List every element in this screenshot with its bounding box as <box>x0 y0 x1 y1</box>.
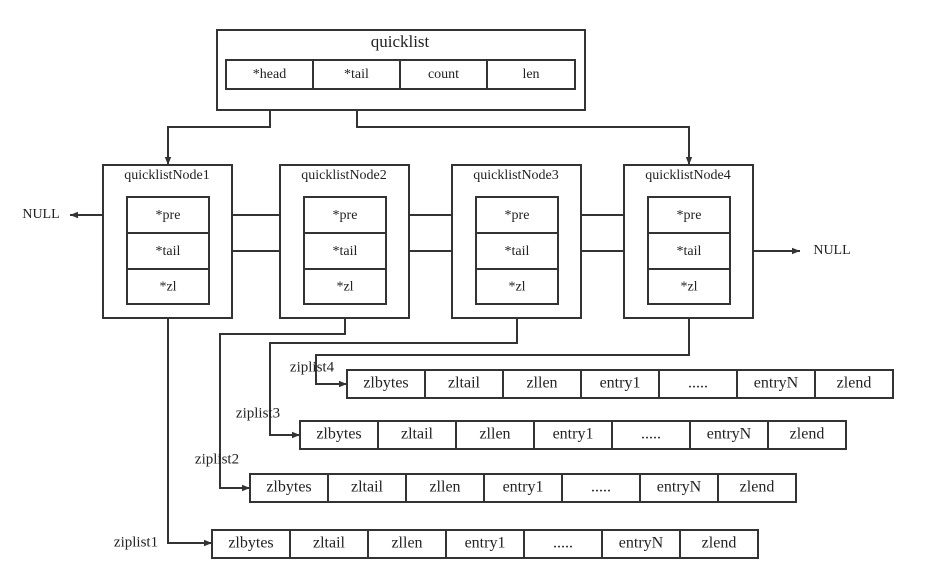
ziplist-field-label: ..... <box>641 426 661 443</box>
ziplist-label: ziplist1 <box>114 534 158 550</box>
ziplist-field-label: zlend <box>790 426 825 443</box>
quicklist-field-label: *tail <box>344 67 369 82</box>
ziplist: zlbytes zltail zllen entry1..... entryN zlend… <box>290 359 894 399</box>
quicklist-node: quicklistNode1 *pre *tail *zl <box>102 164 233 319</box>
ziplist-field-label: entry1 <box>503 479 544 496</box>
ziplist-field-label: zltail <box>351 479 384 496</box>
null-left-label: NULL <box>22 207 59 222</box>
ziplist-field-label: entry1 <box>553 426 594 443</box>
ziplist-label: ziplist4 <box>290 359 335 375</box>
node-field-label: *zl <box>680 280 697 295</box>
node-field-label: *zl <box>159 280 176 295</box>
node-title: quicklistNode1 <box>124 168 210 183</box>
null-right-label: NULL <box>813 243 850 258</box>
node-field-label: *tail <box>505 244 530 259</box>
ziplist-field-label: zlbytes <box>316 426 361 443</box>
node-field-label: *pre <box>505 208 530 223</box>
zl-pointer-arrow-1 <box>167 304 212 547</box>
ziplist-label: ziplist2 <box>195 451 239 467</box>
quicklist-diagram: quicklist *head *tail count len quicklistNode… <box>22 29 894 559</box>
ziplist-field-label: ..... <box>688 375 708 392</box>
node-field-label: *zl <box>508 280 525 295</box>
quicklist-field-label: count <box>428 67 459 82</box>
ziplist-field-label: zltail <box>401 426 434 443</box>
ziplist-field-label: zlend <box>740 479 775 496</box>
ziplist-field-label: zltail <box>313 535 346 552</box>
ziplist-label: ziplist3 <box>236 405 280 421</box>
ziplist-field-label: zllen <box>429 479 460 496</box>
ziplist-field-label: zllen <box>526 375 557 392</box>
ziplist-field-label: zllen <box>391 535 422 552</box>
ziplist: zlbytes zltail zllen entry1..... entryN zlend… <box>195 451 797 503</box>
node-field-label: *tail <box>333 244 358 259</box>
ziplist-field-label: zlbytes <box>363 375 408 392</box>
node-field-label: *pre <box>677 208 702 223</box>
ziplist-field-label: entryN <box>754 375 799 392</box>
quicklist-struct: quicklist *head *tail count len <box>216 29 586 111</box>
node-field-label: *tail <box>677 244 702 259</box>
node-field-label: *pre <box>333 208 358 223</box>
node-field-label: *zl <box>336 280 353 295</box>
ziplist-field-label: zlbytes <box>266 479 311 496</box>
node-field-label: *tail <box>156 244 181 259</box>
ziplist-field-label: entryN <box>619 535 664 552</box>
quicklist-node: quicklistNode3 *pre *tail *zl <box>451 164 582 319</box>
ziplist-field-label: zllen <box>479 426 510 443</box>
quicklist-field-label: *head <box>253 67 286 82</box>
quicklist-field-label: len <box>522 67 539 82</box>
ziplist-field-label: ..... <box>591 479 611 496</box>
node-title: quicklistNode3 <box>473 168 559 183</box>
ziplist-field-label: entryN <box>707 426 752 443</box>
ziplist-field-label: entryN <box>657 479 702 496</box>
ziplist-field-label: zltail <box>448 375 481 392</box>
ziplist-field-label: zlend <box>702 535 737 552</box>
quicklist-title: quicklist <box>371 32 430 51</box>
node-title: quicklistNode4 <box>645 168 731 183</box>
ziplist-field-label: zlbytes <box>228 535 273 552</box>
ziplist-field-label: entry1 <box>465 535 506 552</box>
node-field-label: *pre <box>156 208 181 223</box>
ziplist-field-label: entry1 <box>600 375 641 392</box>
ziplist-field-label: zlend <box>837 375 872 392</box>
node-title: quicklistNode2 <box>301 168 387 183</box>
ziplist: zlbytes zltail zllen entry1..... entryN zlend… <box>236 405 847 450</box>
ziplist-field-label: ..... <box>553 535 573 552</box>
quicklist-node: quicklistNode2 *pre *tail *zl <box>279 164 410 319</box>
quicklist-node: quicklistNode4 *pre *tail *zl <box>623 164 754 319</box>
